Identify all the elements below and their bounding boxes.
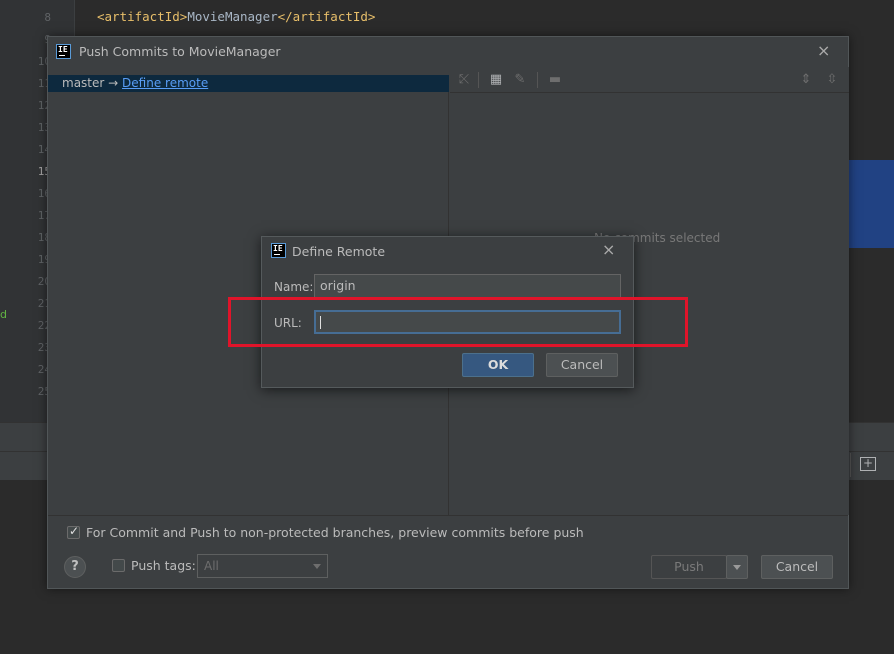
- push-options-dropdown[interactable]: [726, 555, 748, 579]
- define-remote-link[interactable]: Define remote: [122, 76, 208, 90]
- dialog-title: Push Commits to MovieManager: [79, 44, 281, 59]
- code-line: <artifactId>MovieManager</artifactId>: [97, 9, 375, 24]
- close-icon[interactable]: ×: [817, 43, 830, 59]
- intellij-app-icon: IE: [56, 44, 71, 59]
- edit-icon[interactable]: ✎: [512, 72, 528, 88]
- editor-left-strip: [0, 0, 15, 422]
- xml-open-tag: <artifactId>: [97, 9, 188, 24]
- pin-icon[interactable]: ⤪: [456, 72, 472, 88]
- editor-selection-highlight: [849, 160, 894, 248]
- push-tags-select[interactable]: All: [197, 554, 328, 578]
- panel-tab-separator: [850, 453, 851, 477]
- preview-icon[interactable]: ▬: [547, 72, 563, 88]
- push-tags-select-value: All: [204, 559, 219, 573]
- preview-commits-label: For Commit and Push to non-protected bra…: [86, 525, 584, 540]
- details-toolbar: ⤪ ▦ ✎ ▬ ⇕ ⇳: [450, 67, 849, 93]
- push-tags-label: Push tags:: [131, 558, 196, 573]
- toolbar-separator: [478, 72, 479, 88]
- cancel-button[interactable]: Cancel: [546, 353, 618, 377]
- expand-all-icon[interactable]: ⇕: [798, 72, 814, 88]
- annotation-highlight-box: [228, 297, 688, 347]
- remote-name-input[interactable]: origin: [314, 274, 621, 298]
- editor-right-area: [849, 248, 894, 398]
- push-button[interactable]: Push: [651, 555, 727, 579]
- close-icon[interactable]: ×: [602, 242, 615, 258]
- group-by-icon[interactable]: ▦: [488, 72, 504, 88]
- dialog-footer: For Commit and Push to non-protected bra…: [48, 515, 848, 590]
- dialog-title: Define Remote: [292, 244, 386, 259]
- arrow-icon: →: [108, 76, 119, 90]
- chevron-down-icon: [313, 564, 321, 569]
- dialog-title-bar[interactable]: IE Push Commits to MovieManager ×: [48, 37, 848, 67]
- name-label: Name:: [274, 280, 314, 294]
- line-number: 8: [44, 11, 51, 24]
- xml-close-tag: </artifactId>: [277, 9, 376, 24]
- preview-commits-checkbox[interactable]: [67, 524, 80, 539]
- add-tab-icon[interactable]: +: [860, 457, 876, 471]
- branch-row[interactable]: master → Define remote: [48, 75, 449, 92]
- push-tags-checkbox[interactable]: [112, 559, 125, 572]
- cancel-button[interactable]: Cancel: [761, 555, 833, 579]
- collapse-all-icon[interactable]: ⇳: [824, 72, 840, 88]
- branch-name: master: [62, 76, 105, 90]
- help-button[interactable]: ?: [64, 556, 86, 578]
- intellij-app-icon: IE: [271, 243, 286, 258]
- status-fragment: d: [0, 308, 7, 321]
- xml-value: MovieManager: [187, 9, 278, 24]
- ok-button[interactable]: OK: [462, 353, 534, 377]
- toolbar-separator: [537, 72, 538, 88]
